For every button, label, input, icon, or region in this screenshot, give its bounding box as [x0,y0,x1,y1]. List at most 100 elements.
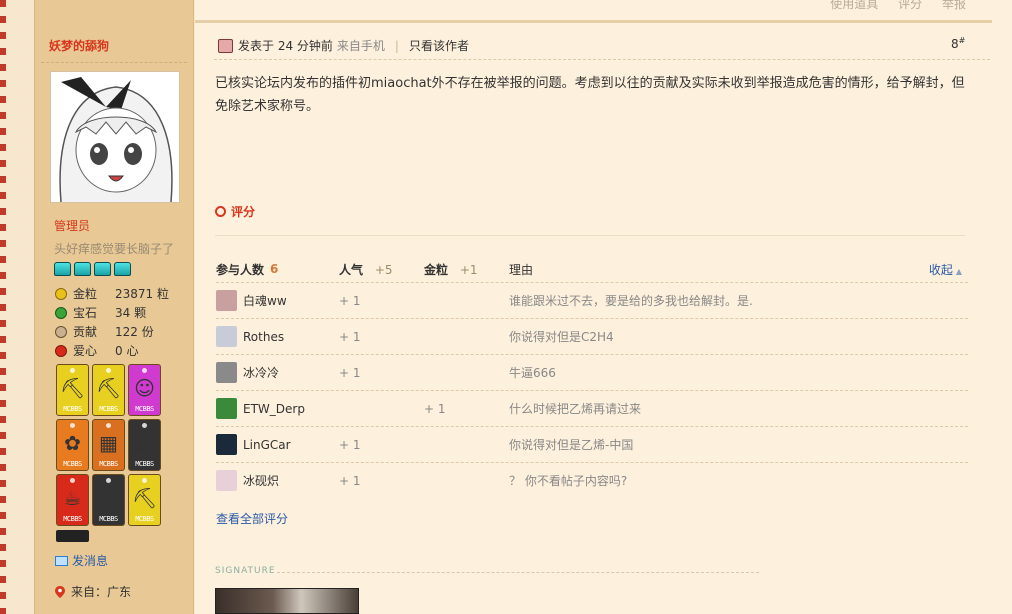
medal-badge[interactable]: ☻ MCBBS [92,474,125,526]
participants-label: 参与人数 [216,262,265,277]
post-floor[interactable]: 8# [951,36,965,51]
post-time: 发表于 24 分钟前 [238,39,333,53]
popularity-total: +5 [374,262,393,277]
rater-reason: ？ 你不看帖子内容吗? [509,474,628,488]
rating-row: 白魂ww + 1 谁能跟米过不去，要是给的多我也给解封。是. [216,282,968,318]
post-device[interactable]: 来自手机 [337,37,385,54]
medal-glyph-icon: ☕ [63,486,82,510]
rater-avatar[interactable] [216,362,237,383]
author-role[interactable]: 管理员 [54,217,90,234]
medal-badge[interactable]: ✿ MCBBS [56,419,89,471]
medal-hole [142,368,147,373]
rater-popularity: + 1 [339,437,361,452]
medal-hole [106,478,111,483]
gold-coin-icon [55,287,67,300]
medal-label: MCBBS [63,405,82,413]
rate-link[interactable]: 评分 [898,0,922,11]
rater-popularity: + 1 [339,293,361,308]
medal-badge[interactable]: ☺ MCBBS [128,364,161,416]
medal-badge[interactable]: ▦ MCBBS [92,419,125,471]
rater-popularity: + 1 [339,473,361,488]
diamond-helmet-icon [74,262,91,276]
medal-label: MCBBS [99,405,118,413]
post-meta: 发表于 24 分钟前 来自手机 | 只看该作者 [218,37,469,54]
left-border-stripe [0,0,6,614]
rating-header: 参与人数 6 人气 +5 金粒 +1 理由 收起 ▲ [216,256,968,282]
medal-partial[interactable] [56,530,89,542]
diamond-helmet-icon [54,262,71,276]
participants-count: 6 [270,262,279,276]
heart-icon [55,344,67,357]
stat-gem: 宝石 34 颗 [55,303,169,322]
medal-glyph-icon: ⛏ [131,486,158,510]
diamond-helmet-icon [94,262,111,276]
rater-popularity: + 1 [339,365,361,380]
rater-reason: 牛逼666 [509,366,556,380]
diamond-helmet-icon [114,262,131,276]
rater-avatar[interactable] [216,434,237,455]
send-message-link[interactable]: 发消息 [55,552,108,569]
rater-name[interactable]: LinGCar [243,438,291,452]
rate-button[interactable]: 评分 [215,203,255,220]
medal-badge[interactable]: ⛏ MCBBS [128,474,161,526]
medal-label: MCBBS [99,515,118,523]
stat-heart: 爱心 0 心 [55,341,169,360]
medal-glyph-icon: ⛏ [95,376,122,400]
avatar[interactable] [50,71,180,203]
rater-popularity: + 1 [339,329,361,344]
medal-hole [106,368,111,373]
mail-icon [55,555,68,566]
chevron-up-icon: ▲ [955,266,962,276]
medal-label: MCBBS [99,460,118,468]
rater-avatar[interactable] [216,290,237,311]
report-link[interactable]: 举报 [942,0,966,11]
medal-hole [70,423,75,428]
medal-hole [142,423,147,428]
medal-badge[interactable]: ⛏ MCBBS [56,364,89,416]
medal-glyph-icon: ☻ [98,486,119,510]
rater-avatar[interactable] [216,398,237,419]
medal-label: MCBBS [63,460,82,468]
author-custom-title: 头好痒感觉要长脑子了 [54,242,175,256]
rater-avatar[interactable] [216,326,237,347]
rating-row: Rothes + 1 你说得对但是C2H4 [216,318,968,354]
rater-gold: + 1 [424,401,446,416]
rater-name[interactable]: ETW_Derp [243,402,305,416]
gold-label: 金粒 [424,262,449,277]
rater-name[interactable]: 白魂ww [243,292,287,309]
rating-rows: 白魂ww + 1 谁能跟米过不去，要是给的多我也给解封。是. Rothes + 1 你说得… [216,282,968,498]
medal-hole [142,478,147,483]
medal-grid: ⛏ MCBBS ⛏ MCBBS ☺ MCBBS ✿ MCBBS ▦ MCBBS ▩ MCBBS ☕ MCB… [56,364,161,526]
rater-reason: 你说得对但是C2H4 [509,330,614,344]
rating-row: 冰冷冷 + 1 牛逼666 [216,354,968,390]
use-item-link[interactable]: 使用道具 [830,0,878,11]
author-online-icon [218,38,233,53]
rating-row: 冰砚炽 + 1 ？ 你不看帖子内容吗? [216,462,968,498]
avatar-illustration [51,72,179,202]
author-name[interactable]: 妖梦的舔狗 [49,37,109,54]
popularity-label: 人气 [339,262,364,277]
view-all-ratings-link[interactable]: 查看全部评分 [216,510,288,527]
signature-image [215,588,359,614]
author-only-link[interactable]: 只看该作者 [409,37,469,54]
rater-name[interactable]: 冰砚炽 [243,472,279,489]
signature-divider [277,572,759,573]
gem-icon [55,306,67,319]
medal-label: MCBBS [135,405,154,413]
signature-label: SIGNATURE [215,566,276,576]
rater-name[interactable]: 冰冷冷 [243,364,279,381]
medal-badge[interactable]: ⛏ MCBBS [92,364,125,416]
medal-glyph-icon: ✿ [64,431,81,455]
medal-glyph-icon: ☺ [134,376,155,400]
medal-badge[interactable]: ▩ MCBBS [128,419,161,471]
rate-circle-icon [215,206,226,217]
meta-divider [214,59,990,60]
author-stats: 金粒 23871 粒 宝石 34 颗 贡献 122 份 爱心 0 心 [55,284,169,360]
collapse-ratings-button[interactable]: 收起 ▲ [929,261,962,278]
rater-name[interactable]: Rothes [243,330,284,344]
rater-avatar[interactable] [216,470,237,491]
level-icons [54,262,131,276]
post-top-rule [195,20,992,23]
author-sidebar: 妖梦的舔狗 管理员 头好痒感觉要长脑子了 金粒 23871 粒 宝石 34 颗 … [34,0,194,614]
medal-badge[interactable]: ☕ MCBBS [56,474,89,526]
